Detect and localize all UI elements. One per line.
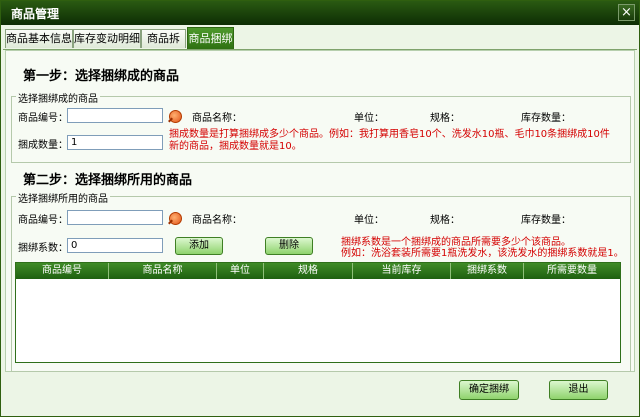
step2-unit-label: 单位： bbox=[354, 215, 384, 226]
step2-coef-input[interactable]: 0 bbox=[67, 238, 163, 253]
step1-search-icon[interactable] bbox=[169, 110, 182, 123]
col-current-stock[interactable]: 当前库存 bbox=[353, 263, 451, 279]
product-management-window: 商品管理 × 商品基本信息 库存变动明细 商品拆分 商品捆绑 第一步：选择捆绑成… bbox=[0, 0, 640, 417]
confirm-bundle-button[interactable]: 确定捆绑 bbox=[459, 380, 519, 400]
tab-bar: 商品基本信息 库存变动明细 商品拆分 商品捆绑 bbox=[3, 27, 637, 63]
bundle-items-table[interactable]: 商品编号 商品名称 单位 规格 当前库存 捆绑系数 所需要数量 bbox=[15, 262, 621, 363]
step2-code-label: 商品编号： bbox=[18, 215, 68, 226]
col-required-qty[interactable]: 所需要数量 bbox=[524, 263, 620, 279]
col-spec[interactable]: 规格 bbox=[264, 263, 353, 279]
tab-basic-info[interactable]: 商品基本信息 bbox=[5, 29, 73, 48]
step2-heading: 第二步：选择捆绑所用的商品 bbox=[23, 173, 193, 188]
tab-split[interactable]: 商品拆分 bbox=[141, 29, 186, 63]
step2-group-title: 选择捆绑所用的商品 bbox=[16, 190, 110, 205]
table-header: 商品编号 商品名称 单位 规格 当前库存 捆绑系数 所需要数量 bbox=[16, 263, 620, 279]
step1-name-label: 商品名称： bbox=[192, 113, 242, 124]
step2-search-icon[interactable] bbox=[169, 212, 182, 225]
step1-unit-label: 单位： bbox=[354, 113, 384, 124]
step1-group: 选择捆绑成的商品 商品编号： 商品名称： 单位： 规格： 库存数量： 捆成数量：… bbox=[11, 90, 631, 163]
col-unit[interactable]: 单位 bbox=[217, 263, 264, 279]
tab-bundle[interactable]: 商品捆绑 bbox=[187, 27, 234, 49]
step2-hint-line2: 例如：洗浴套装所需要1瓶洗发水，该洗发水的捆绑系数就是1。 bbox=[341, 248, 624, 259]
col-bundle-coef[interactable]: 捆绑系数 bbox=[451, 263, 524, 279]
step1-spec-label: 规格： bbox=[430, 113, 460, 124]
step2-coef-label: 捆绑系数： bbox=[18, 243, 68, 254]
step1-code-input[interactable] bbox=[67, 108, 163, 123]
step2-name-label: 商品名称： bbox=[192, 215, 242, 226]
step1-code-label: 商品编号： bbox=[18, 113, 68, 124]
exit-button[interactable]: 退出 bbox=[549, 380, 608, 400]
add-button[interactable]: 添加 bbox=[175, 237, 223, 255]
window-title: 商品管理 bbox=[11, 7, 60, 21]
step1-qty-label: 捆成数量： bbox=[18, 140, 68, 151]
delete-button[interactable]: 删除 bbox=[265, 237, 313, 255]
step2-code-input[interactable] bbox=[67, 210, 163, 225]
tab-stock-changes[interactable]: 库存变动明细 bbox=[73, 29, 141, 48]
step2-stock-label: 库存数量： bbox=[521, 215, 571, 226]
step1-hint: 捆成数量是打算捆绑成多少个商品。例如：我打算用香皂10个、洗发水10瓶、毛巾10… bbox=[169, 129, 610, 152]
close-button[interactable]: × bbox=[618, 4, 635, 21]
step1-stock-label: 库存数量： bbox=[521, 113, 571, 124]
close-icon: × bbox=[621, 5, 632, 20]
col-product-name[interactable]: 商品名称 bbox=[109, 263, 217, 279]
step1-qty-input[interactable]: 1 bbox=[67, 135, 163, 150]
col-product-code[interactable]: 商品编号 bbox=[16, 263, 109, 279]
step1-heading: 第一步：选择捆绑成的商品 bbox=[23, 69, 180, 84]
step1-group-title: 选择捆绑成的商品 bbox=[16, 90, 100, 105]
step2-spec-label: 规格： bbox=[430, 215, 460, 226]
title-bar[interactable]: 商品管理 × bbox=[1, 1, 639, 25]
